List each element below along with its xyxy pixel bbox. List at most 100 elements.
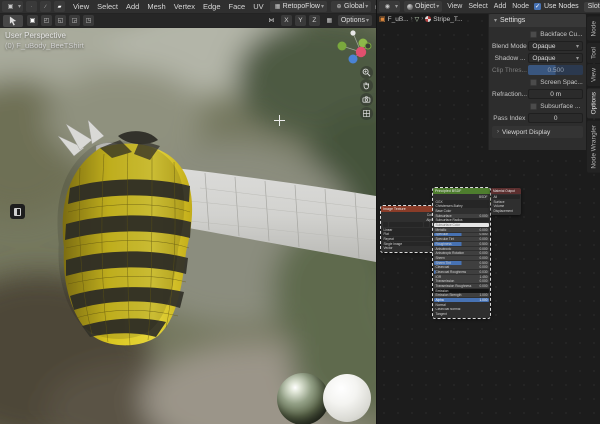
- mirror-axis-button[interactable]: Y: [295, 15, 306, 26]
- output-node-row[interactable]: Volume: [492, 204, 520, 208]
- pan-button[interactable]: [360, 79, 373, 92]
- principled-row[interactable]: Emission Strength 1.000: [434, 293, 489, 297]
- select-extend-button[interactable]: ◰: [41, 15, 52, 26]
- principled-row[interactable]: Roughness 0.500: [434, 242, 489, 246]
- backface-culling-row[interactable]: Backface Cu...: [492, 29, 583, 39]
- sidebar-tab[interactable]: Node Wrangler: [587, 121, 600, 173]
- mode-dropdown[interactable]: ▣ ▾: [2, 1, 23, 12]
- menu-item[interactable]: Edge: [199, 0, 225, 14]
- subsurface-row[interactable]: Subsurface ...: [492, 101, 583, 111]
- principled-row[interactable]: Tangent: [434, 312, 489, 316]
- perspective-toggle-button[interactable]: [360, 107, 373, 120]
- menu-item[interactable]: View: [444, 0, 465, 14]
- sidebar-tab[interactable]: Node: [587, 17, 600, 41]
- screen-space-row[interactable]: Screen Spac...: [492, 77, 583, 87]
- principled-row[interactable]: Subsurface Color: [434, 223, 489, 227]
- active-tool-button[interactable]: [3, 15, 23, 27]
- image-browse-icon[interactable]: [383, 222, 388, 227]
- principled-row[interactable]: Base Color: [434, 209, 489, 213]
- principled-row[interactable]: Specular 0.500: [434, 233, 489, 237]
- principled-row[interactable]: Clearcoat Normal: [434, 308, 489, 312]
- principled-row[interactable]: Clearcoat 0.000: [434, 265, 489, 269]
- menu-item[interactable]: Add: [491, 0, 509, 14]
- refraction-depth-field[interactable]: 0 m: [528, 89, 583, 99]
- select-difference-button[interactable]: ◲: [69, 15, 80, 26]
- node-dropdown[interactable]: Linear: [382, 228, 436, 232]
- pass-index-field[interactable]: 0: [528, 113, 583, 123]
- image-name-field[interactable]: [389, 222, 424, 227]
- settings-panel-header[interactable]: ▾ Settings: [489, 14, 586, 27]
- face-select-button[interactable]: ▰: [54, 1, 65, 12]
- menu-item[interactable]: Select: [465, 0, 490, 14]
- principled-row[interactable]: Anisotropic Rotation 0.000: [434, 251, 489, 255]
- select-new-button[interactable]: ▣: [27, 15, 38, 26]
- select-intersect-button[interactable]: ◳: [83, 15, 94, 26]
- slot-button[interactable]: Slot 1: [584, 2, 600, 12]
- output-node-row[interactable]: All: [492, 195, 520, 199]
- menu-item[interactable]: Vertex: [170, 0, 199, 14]
- checkbox-icon[interactable]: [530, 31, 537, 38]
- viewport-side-button[interactable]: [10, 204, 25, 219]
- principled-row[interactable]: Sheen 0.000: [434, 256, 489, 260]
- node-output-socket[interactable]: Alpha: [382, 218, 436, 222]
- principled-row[interactable]: Subsurface 0.000: [434, 214, 489, 218]
- menu-item[interactable]: Select: [93, 0, 122, 14]
- mirror-axis-button[interactable]: Z: [309, 15, 320, 26]
- principled-row[interactable]: Transmission 0.000: [434, 279, 489, 283]
- sidebar-tab[interactable]: View: [587, 64, 600, 86]
- select-subtract-button[interactable]: ◱: [55, 15, 66, 26]
- principled-row[interactable]: Transmission Roughness 0.000: [434, 284, 489, 288]
- principled-row[interactable]: Metallic 0.000: [434, 228, 489, 232]
- menu-item[interactable]: UV: [249, 0, 267, 14]
- principled-row[interactable]: Sheen Tint 0.500: [434, 261, 489, 265]
- principled-row[interactable]: Christensen-Burley: [434, 204, 489, 208]
- image-new-icon[interactable]: [424, 222, 429, 227]
- vertex-select-button[interactable]: ∙: [26, 1, 37, 12]
- breadcrumb-material[interactable]: Stripe_T...: [433, 16, 462, 23]
- principled-row[interactable]: IOR 1.450: [434, 275, 489, 279]
- principled-row[interactable]: Emission: [434, 289, 489, 293]
- principled-bsdf-node[interactable]: Principled BSDF BSDF GGX Christensen-Bur…: [433, 188, 490, 318]
- retopoflow-menu[interactable]: ▦ RetopoFlow ▾: [270, 1, 327, 12]
- output-node-row[interactable]: Displacement: [492, 209, 520, 213]
- shader-type-dropdown[interactable]: Object ▾: [404, 1, 442, 12]
- pivot-point-icon[interactable]: ◎▾: [374, 1, 376, 12]
- node-dropdown[interactable]: Single Image: [382, 242, 436, 246]
- sidebar-tab[interactable]: Tool: [587, 43, 600, 63]
- principled-row[interactable]: Anisotropic 0.000: [434, 247, 489, 251]
- menu-item[interactable]: View: [69, 0, 93, 14]
- editor-type-dropdown[interactable]: ◉ ▾: [379, 1, 400, 12]
- clip-threshold-slider[interactable]: 0.500: [528, 65, 583, 75]
- snap-target-icon[interactable]: ▦: [324, 15, 335, 26]
- principled-row[interactable]: Specular Tint 0.000: [434, 237, 489, 241]
- viewport-display-header[interactable]: › Viewport Display: [492, 126, 583, 138]
- principled-row[interactable]: BSDF: [434, 195, 489, 199]
- menu-item[interactable]: Mesh: [143, 0, 169, 14]
- shadow-mode-dropdown[interactable]: Opaque▾: [528, 53, 583, 63]
- menu-item[interactable]: Face: [225, 0, 250, 14]
- node-canvas[interactable]: ▣ F_uB... › ▽ › Stripe_T... Image Textur…: [377, 14, 600, 424]
- node-dropdown[interactable]: Flat: [382, 232, 436, 236]
- viewport-canvas[interactable]: User Perspective (0) F_uBody_BeeTShirt: [0, 28, 376, 424]
- edge-select-button[interactable]: ∕: [40, 1, 51, 12]
- node-output-socket[interactable]: Color: [382, 213, 436, 217]
- zoom-button[interactable]: [360, 66, 373, 79]
- breadcrumb-object[interactable]: F_uB...: [388, 16, 409, 23]
- principled-row[interactable]: Normal: [434, 303, 489, 307]
- image-texture-node[interactable]: Image Texture ColorAlpha LinearFlatRepea…: [381, 206, 437, 252]
- principled-row[interactable]: GGX: [434, 200, 489, 204]
- menu-item[interactable]: Node: [509, 0, 532, 14]
- checkbox-icon[interactable]: [530, 103, 537, 110]
- orientation-dropdown[interactable]: ⊕ Global ▾: [331, 1, 371, 12]
- menu-item[interactable]: Add: [122, 0, 143, 14]
- principled-row[interactable]: Clearcoat Roughness 0.030: [434, 270, 489, 274]
- material-output-node[interactable]: Material Output All Surface Volume Displ…: [491, 188, 521, 215]
- use-nodes-toggle[interactable]: ✓ Use Nodes: [534, 3, 579, 10]
- options-dropdown[interactable]: Options ▾: [338, 15, 372, 26]
- sidebar-tab[interactable]: Options: [587, 88, 600, 118]
- mirror-axis-button[interactable]: X: [281, 15, 292, 26]
- checkbox-icon[interactable]: [530, 79, 537, 86]
- camera-view-button[interactable]: [360, 93, 373, 106]
- blend-mode-dropdown[interactable]: Opaque▾: [528, 41, 583, 51]
- node-input-socket[interactable]: Vector: [382, 246, 436, 250]
